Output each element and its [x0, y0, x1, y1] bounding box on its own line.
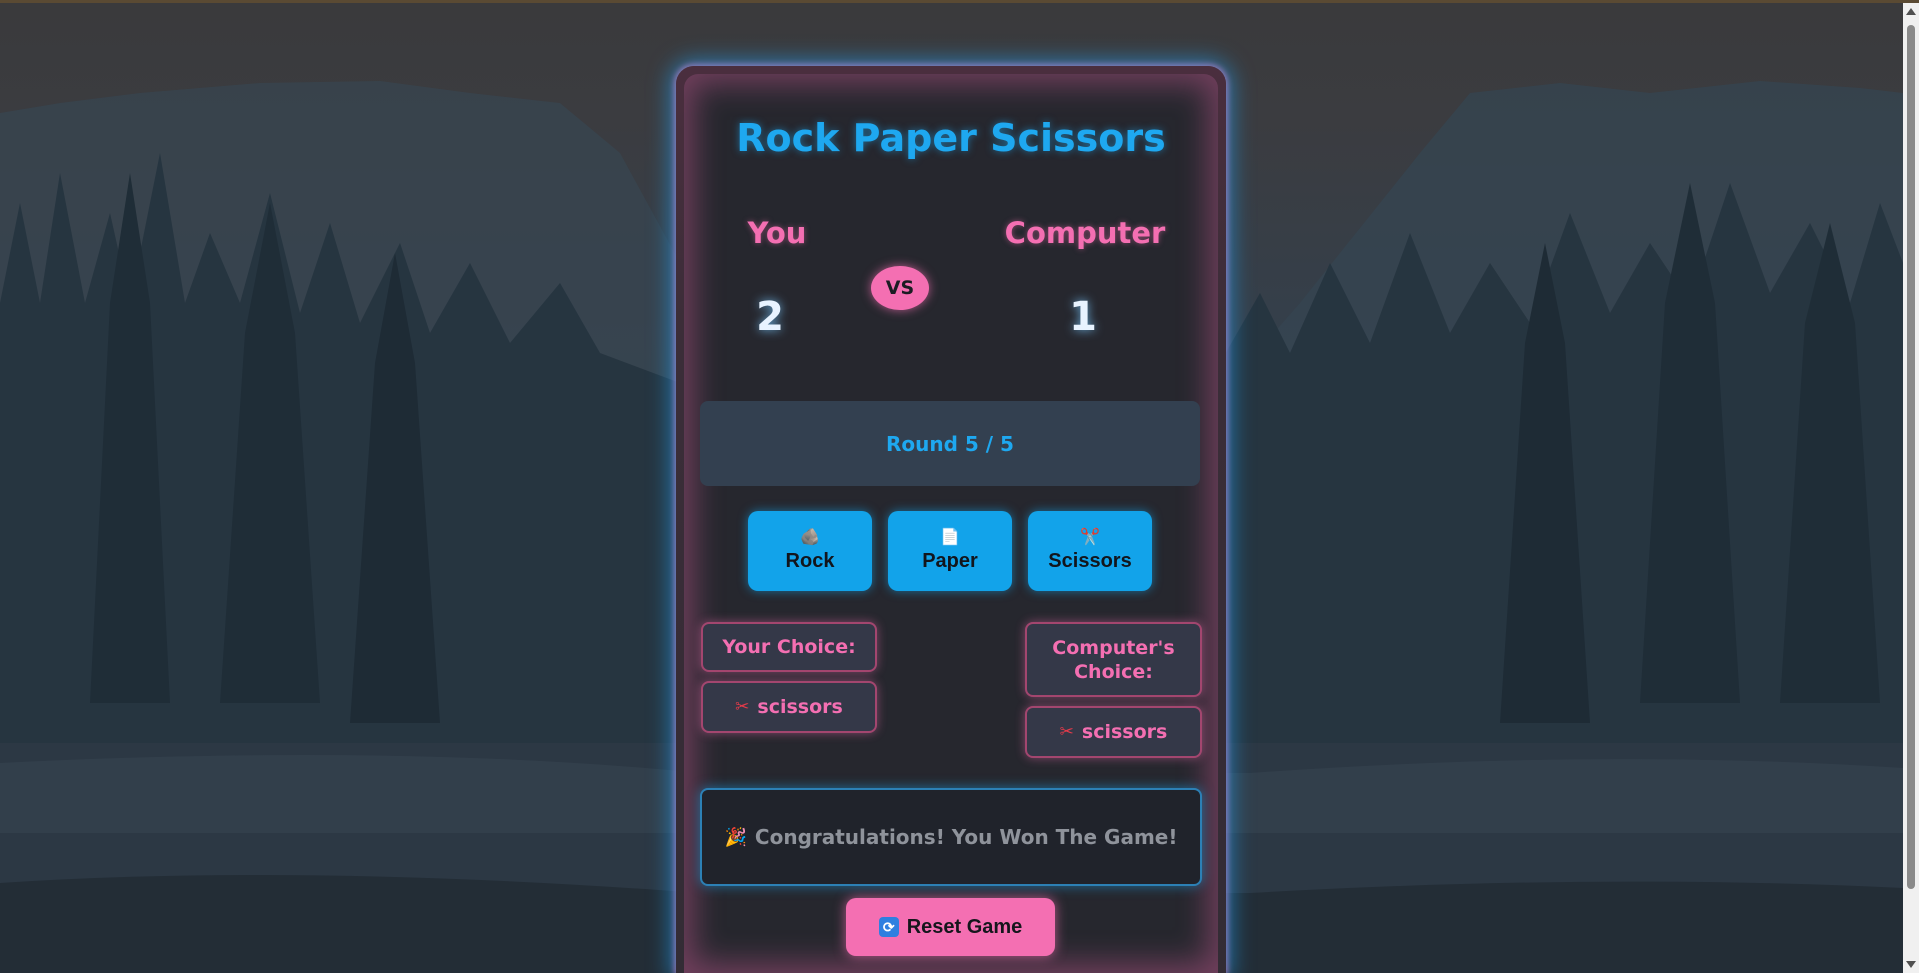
computer-choice-label: Computer's Choice: — [1025, 622, 1202, 697]
round-text: Round 5 / 5 — [886, 431, 1014, 456]
scroll-thumb[interactable] — [1907, 25, 1915, 889]
player-label-computer: Computer — [1004, 216, 1166, 250]
your-choice-label: Your Choice: — [701, 622, 877, 672]
rock-button-label: Rock — [785, 550, 835, 572]
round-indicator: Round 5 / 5 — [700, 401, 1200, 486]
paper-icon: 📄 — [940, 529, 960, 546]
paper-button-label: Paper — [922, 550, 978, 572]
party-popper-icon: 🎉 — [724, 826, 747, 848]
your-choice-value: ✂ scissors — [701, 681, 877, 733]
paper-button[interactable]: 📄 Paper — [888, 511, 1012, 591]
scissors-icon: ✂️ — [1080, 529, 1100, 546]
score-computer: 1 — [1069, 294, 1097, 340]
repeat-icon: ⟳ — [878, 917, 899, 937]
scissors-button-label: Scissors — [1048, 550, 1132, 572]
page-scrollbar[interactable] — [1903, 3, 1919, 973]
computer-choice-value: ✂ scissors — [1025, 706, 1202, 758]
game-title: Rock Paper Scissors — [736, 116, 1166, 160]
reset-game-label: Reset Game — [906, 915, 1023, 938]
rock-button[interactable]: 🪨 Rock — [748, 511, 872, 591]
your-choice-value-text: scissors — [757, 696, 843, 718]
player-label-you: You — [747, 216, 807, 250]
scroll-down-icon[interactable] — [1906, 961, 1916, 968]
scissors-icon: ✂ — [735, 697, 750, 717]
score-you: 2 — [756, 294, 784, 340]
reset-game-button[interactable]: ⟳ Reset Game — [846, 898, 1055, 956]
computer-choice-label-text: Computer's Choice: — [1052, 636, 1175, 683]
result-text: Congratulations! You Won The Game! — [754, 825, 1178, 849]
rock-icon: 🪨 — [800, 529, 820, 546]
result-message: 🎉 Congratulations! You Won The Game! — [700, 788, 1202, 886]
vs-badge: VS — [871, 266, 929, 310]
computer-choice-value-text: scissors — [1081, 721, 1168, 743]
scroll-up-icon[interactable] — [1906, 8, 1916, 15]
your-choice-label-text: Your Choice: — [722, 636, 856, 658]
scissors-icon: ✂ — [1059, 722, 1074, 742]
scissors-button[interactable]: ✂️ Scissors — [1028, 511, 1152, 591]
